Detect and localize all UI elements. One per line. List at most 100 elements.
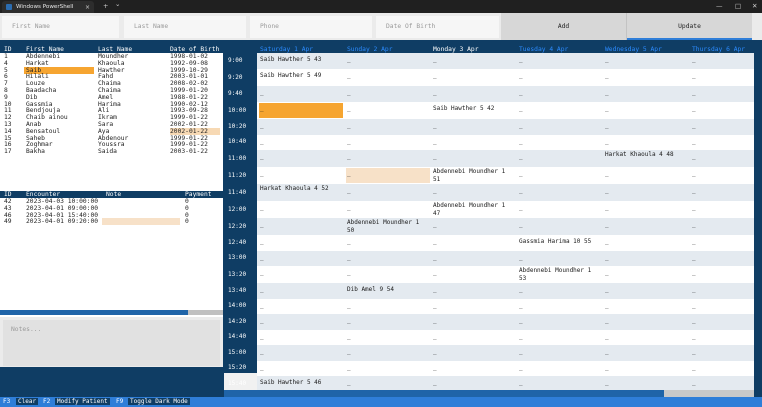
empty-slot[interactable]: _ (605, 238, 683, 246)
appointment[interactable]: Saib Hawther 5 42 (433, 105, 511, 113)
empty-slot[interactable]: _ (433, 238, 511, 246)
update-button[interactable]: Update (627, 13, 752, 40)
empty-slot[interactable]: _ (260, 364, 338, 372)
empty-slot[interactable]: _ (347, 187, 425, 195)
appointment[interactable]: Harkat Khaoula 4 52 (260, 185, 338, 193)
appointment[interactable]: Harkat Khaoula 4 48 (605, 151, 683, 159)
new-tab-icon[interactable]: + (103, 2, 108, 10)
empty-slot[interactable]: _ (519, 333, 597, 341)
empty-slot[interactable]: _ (692, 254, 762, 262)
empty-slot[interactable]: _ (519, 170, 597, 178)
empty-slot[interactable]: _ (692, 238, 762, 246)
empty-slot[interactable]: _ (260, 348, 338, 356)
empty-slot[interactable]: _ (347, 348, 425, 356)
empty-slot[interactable]: _ (347, 56, 425, 64)
scrollbar-thumb[interactable] (0, 310, 188, 315)
patient-row[interactable]: 11 Bendjouja Ali 1993-09-28 (0, 107, 223, 114)
col-header-note[interactable]: Note (106, 191, 121, 198)
empty-slot[interactable]: _ (692, 105, 762, 113)
empty-slot[interactable]: _ (519, 379, 597, 387)
empty-slot[interactable]: _ (433, 72, 511, 80)
empty-slot[interactable]: _ (519, 153, 597, 161)
col-header-encounter[interactable]: Encounter (26, 191, 60, 198)
empty-slot[interactable]: _ (519, 302, 597, 310)
empty-slot[interactable]: _ (605, 364, 683, 372)
add-button[interactable]: Add (501, 13, 627, 40)
empty-slot[interactable]: _ (605, 254, 683, 262)
patient-row[interactable]: 8 Baadacha Chaima 1999-01-20 (0, 87, 223, 94)
empty-slot[interactable]: _ (692, 364, 762, 372)
empty-slot[interactable]: _ (347, 89, 425, 97)
phone-field[interactable]: Phone (250, 16, 372, 38)
encounter-note[interactable] (102, 218, 180, 226)
empty-slot[interactable]: _ (519, 221, 597, 229)
empty-slot[interactable]: _ (519, 286, 597, 294)
empty-slot[interactable]: _ (605, 269, 683, 277)
patient-row[interactable]: 10 Gassmia Harima 1990-02-12 (0, 101, 223, 108)
empty-slot[interactable]: _ (433, 187, 511, 195)
day-header-mon[interactable]: Monday 3 Apr (433, 46, 519, 53)
empty-slot[interactable]: _ (260, 286, 338, 294)
empty-slot[interactable]: _ (519, 187, 597, 195)
empty-slot[interactable]: _ (605, 122, 683, 130)
empty-slot[interactable]: _ (347, 302, 425, 310)
appointment[interactable]: Abdennebi Moundher 1 51 (433, 168, 511, 184)
empty-slot[interactable]: _ (519, 364, 597, 372)
patient-row[interactable]: 9 Dib Amel 1988-01-22 (0, 94, 223, 101)
empty-slot[interactable]: _ (605, 348, 683, 356)
patient-row[interactable]: 13 Anab Sara 2002-01-22 (0, 121, 223, 128)
col-header-dob[interactable]: Date of Birth (170, 46, 219, 53)
empty-slot[interactable]: _ (433, 89, 511, 97)
empty-slot[interactable]: _ (605, 89, 683, 97)
empty-slot[interactable]: _ (692, 317, 762, 325)
empty-slot[interactable]: _ (433, 153, 511, 161)
encounter-row[interactable]: 42 2023-04-03 10:00:00 0 (0, 198, 223, 205)
last-name-field[interactable]: Last Name (124, 16, 246, 38)
patient-row[interactable]: 16 Zoghmar Youssra 1999-01-22 (0, 141, 223, 148)
empty-slot[interactable]: _ (260, 89, 338, 97)
empty-slot[interactable]: _ (260, 170, 338, 178)
patient-row[interactable]: 1 Abdennebi Moundher 1998-01-02 (0, 53, 223, 60)
empty-slot[interactable]: _ (347, 204, 425, 212)
patient-row[interactable]: 6 Hilali Fahd 2003-01-01 (0, 73, 223, 80)
patient-row[interactable]: 7 Louze Chaima 2008-02-02 (0, 80, 223, 87)
empty-slot[interactable]: _ (260, 317, 338, 325)
patient-row[interactable]: 5 Saib Hawther 1999-10-29 (0, 66, 223, 74)
appointment[interactable]: Saib Hawther 5 46 (260, 379, 338, 387)
encounter-row[interactable]: 49 2023-04-01 09:20:00 0 (0, 218, 223, 226)
empty-slot[interactable]: _ (519, 254, 597, 262)
empty-slot[interactable]: _ (692, 348, 762, 356)
appointment[interactable]: Abdennebi Moundher 1 50 (347, 219, 425, 235)
empty-slot[interactable]: _ (519, 348, 597, 356)
empty-slot[interactable]: _ (433, 333, 511, 341)
col-header-last-name[interactable]: Last Name (98, 46, 132, 53)
empty-slot[interactable]: _ (347, 72, 425, 80)
empty-slot[interactable]: _ (433, 221, 511, 229)
empty-slot[interactable]: _ (519, 72, 597, 80)
empty-slot[interactable]: _ (692, 269, 762, 277)
empty-slot[interactable]: _ (605, 333, 683, 341)
empty-slot[interactable]: _ (433, 122, 511, 130)
empty-slot[interactable]: _ (519, 56, 597, 64)
empty-slot[interactable]: _ (692, 187, 762, 195)
empty-slot[interactable]: _ (519, 122, 597, 130)
encounter-row[interactable]: 43 2023-04-01 09:00:00 0 (0, 205, 223, 212)
empty-slot[interactable]: _ (692, 333, 762, 341)
patient-row[interactable]: 17 Bakha Saida 2003-01-22 (0, 148, 223, 155)
modify-patient-shortcut[interactable]: Modify Patient (55, 398, 110, 405)
empty-slot[interactable]: _ (605, 221, 683, 229)
close-icon[interactable]: ✕ (752, 2, 757, 10)
empty-slot[interactable]: _ (260, 105, 338, 113)
empty-slot[interactable]: _ (519, 204, 597, 212)
minimize-icon[interactable]: — (716, 2, 723, 10)
empty-slot[interactable]: _ (605, 302, 683, 310)
patient-row[interactable]: 12 Chaib ainou Ikram 1999-01-22 (0, 114, 223, 121)
empty-slot[interactable]: _ (260, 254, 338, 262)
empty-slot[interactable]: _ (433, 56, 511, 64)
first-name-field[interactable]: First Name (2, 16, 119, 38)
empty-slot[interactable]: _ (347, 269, 425, 277)
empty-slot[interactable]: _ (692, 72, 762, 80)
empty-slot[interactable]: _ (260, 302, 338, 310)
empty-slot[interactable]: _ (519, 317, 597, 325)
day-header-sun[interactable]: Sunday 2 Apr (347, 46, 433, 53)
